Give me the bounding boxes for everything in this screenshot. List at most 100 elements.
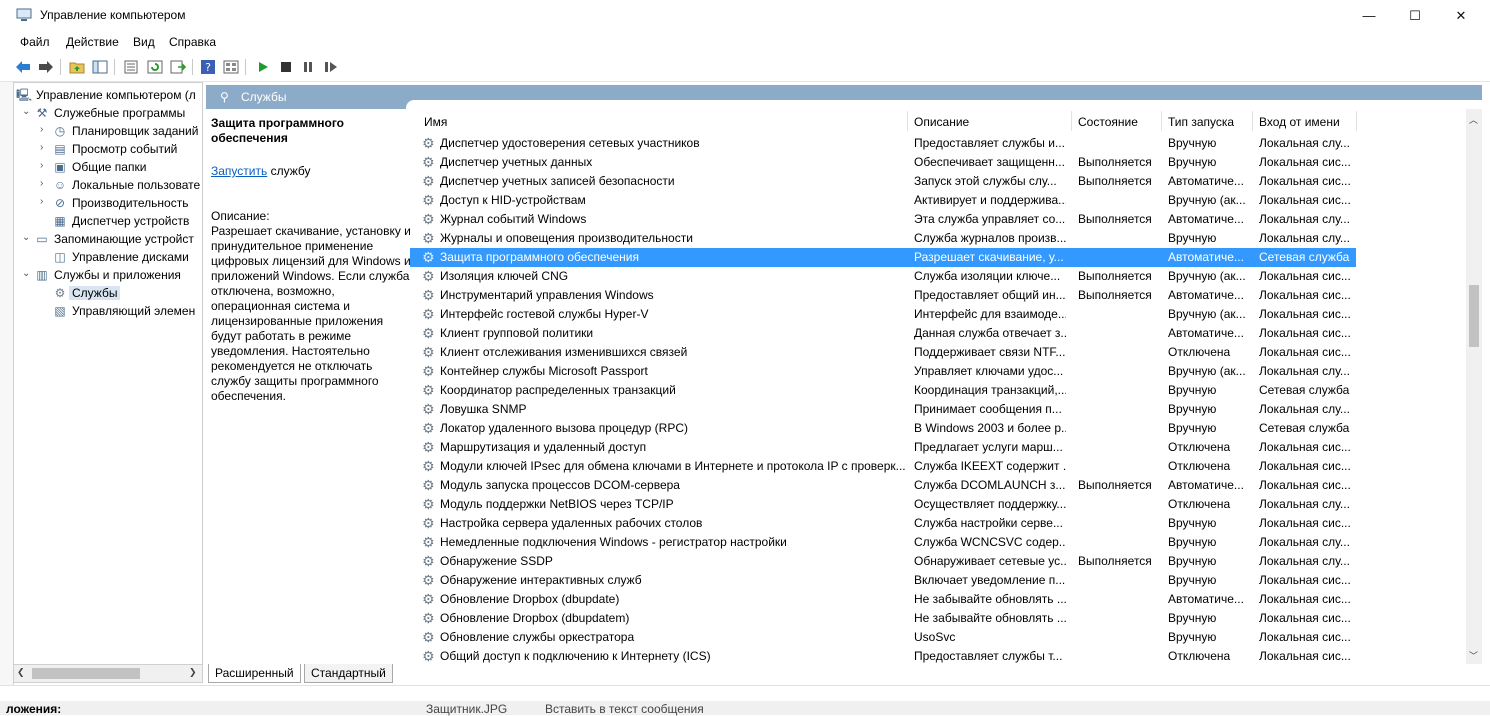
menu-file[interactable]: Файл (20, 35, 50, 49)
up-folder-icon[interactable] (67, 57, 87, 77)
expanded-icon[interactable]: ⌄ (22, 232, 32, 243)
expand-icon[interactable]: › (40, 196, 50, 207)
column-separator[interactable] (1071, 111, 1072, 131)
tab-standard[interactable]: Стандартный (304, 664, 393, 683)
list-vertical-scrollbar[interactable]: ︿ ﹀ (1466, 109, 1482, 664)
table-row[interactable]: ⚙ Диспетчер удостоверения сетевых участни… (410, 134, 1356, 153)
table-row[interactable]: ⚙ Ловушка SNMP Принимает сообщения п... Вру… (410, 400, 1356, 419)
tree-item-label: Общие папки (72, 160, 147, 174)
table-row[interactable]: ⚙ Диспетчер учетных данных Обеспечивает за… (410, 153, 1356, 172)
table-row[interactable]: ⚙ Общий доступ к подключению к Интернету … (410, 647, 1356, 664)
export-list-icon[interactable] (168, 57, 188, 77)
table-row[interactable]: ⚙ Инструментарий управления Windows Предос… (410, 286, 1356, 305)
service-logon: Локальная слу... (1259, 535, 1350, 549)
back-icon[interactable] (13, 57, 33, 77)
status-bar (0, 685, 1490, 702)
table-row[interactable]: ⚙ Контейнер службы Microsoft Passport Упра… (410, 362, 1356, 381)
table-row[interactable]: ⚙ Доступ к HID-устройствам Активирует и по… (410, 191, 1356, 210)
column-logon[interactable]: Вход от имени (1259, 115, 1340, 129)
column-startup-type[interactable]: Тип запуска (1168, 115, 1234, 129)
scroll-left-icon[interactable]: ❮ (17, 667, 25, 678)
table-row[interactable]: ⚙ Интерфейс гостевой службы Hyper-V Интерф… (410, 305, 1356, 324)
column-separator[interactable] (1356, 111, 1357, 131)
tree-item-label: Службы и приложения (54, 268, 181, 282)
service-startup-type: Автоматиче... (1168, 250, 1244, 264)
scroll-down-icon[interactable]: ﹀ (1469, 649, 1478, 662)
help-icon[interactable]: ? (198, 57, 218, 77)
properties-icon[interactable] (121, 57, 141, 77)
table-row[interactable]: ⚙ Маршрутизация и удаленный доступ Предлаг… (410, 438, 1356, 457)
service-name: Клиент отслеживания изменившихся связей (440, 345, 688, 359)
scroll-up-icon[interactable]: ︿ (1469, 113, 1478, 126)
service-name: Журнал событий Windows (440, 212, 587, 226)
tree-item-label: Управление компьютером (л (36, 88, 196, 102)
maximize-button[interactable]: ☐ (1392, 0, 1438, 31)
table-row[interactable]: ⚙ Модуль поддержки NetBIOS через TCP/IP Ос… (410, 495, 1356, 514)
expand-icon[interactable]: › (40, 142, 50, 153)
table-row[interactable]: ⚙ Координатор распределенных транзакций Ко… (410, 381, 1356, 400)
table-row[interactable]: ⚙ Журнал событий Windows Эта служба управл… (410, 210, 1356, 229)
table-row[interactable]: ⚙ Диспетчер учетных записей безопасности З… (410, 172, 1356, 191)
scroll-thumb[interactable] (32, 668, 140, 679)
computer-management-icon (16, 8, 32, 22)
column-description[interactable]: Описание (914, 115, 969, 129)
table-row[interactable]: ⚙ Обнаружение SSDP Обнаруживает сетевые ус… (410, 552, 1356, 571)
service-startup-type: Вручную (1168, 155, 1217, 169)
view-icon[interactable] (221, 57, 241, 77)
services-list[interactable]: ⌃ Имя Описание Состояние Тип запуска Вхо… (410, 109, 1482, 664)
table-row[interactable]: ⚙ Защита программного обеспечения Разрешае… (410, 248, 1356, 267)
expanded-icon[interactable]: ⌄ (22, 268, 32, 279)
menu-action[interactable]: Действие (66, 35, 119, 49)
service-logon: Локальная сис... (1259, 630, 1351, 644)
service-description: Не забывайте обновлять ... (914, 611, 1066, 625)
expanded-icon[interactable]: ⌄ (22, 106, 32, 117)
tree-horizontal-scrollbar[interactable]: ❮ ❯ (13, 664, 203, 683)
expand-icon[interactable]: › (40, 178, 50, 189)
table-row[interactable]: ⚙ Обновление Dropbox (dbupdate) Не забывай… (410, 590, 1356, 609)
tab-extended[interactable]: Расширенный (208, 664, 301, 683)
table-row[interactable]: ⚙ Клиент отслеживания изменившихся связей… (410, 343, 1356, 362)
table-row[interactable]: ⚙ Журналы и оповещения производительности… (410, 229, 1356, 248)
table-row[interactable]: ⚙ Модули ключей IPsec для обмена ключами … (410, 457, 1356, 476)
table-row[interactable]: ⚙ Настройка сервера удаленных рабочих сто… (410, 514, 1356, 533)
expand-icon[interactable]: › (40, 124, 50, 135)
menu-help[interactable]: Справка (169, 35, 216, 49)
column-separator[interactable] (1161, 111, 1162, 131)
start-service-line: Запустить службу (211, 164, 310, 178)
column-separator[interactable] (1252, 111, 1253, 131)
service-startup-type: Отключена (1168, 440, 1231, 454)
service-logon: Локальная слу... (1259, 554, 1350, 568)
start-service-icon[interactable] (253, 57, 273, 77)
column-state[interactable]: Состояние (1078, 115, 1138, 129)
table-row[interactable]: ⚙ Немедленные подключения Windows - регис… (410, 533, 1356, 552)
table-row[interactable]: ⚙ Локатор удаленного вызова процедур (RPC… (410, 419, 1356, 438)
service-logon: Локальная сис... (1259, 345, 1351, 359)
console-tree[interactable]: 🖳 Управление компьютером (л ⌄ ⚒ Служебные пр… (13, 82, 203, 666)
pause-service-icon[interactable] (298, 57, 318, 77)
show-tree-icon[interactable] (90, 57, 110, 77)
table-row[interactable]: ⚙ Обновление службы оркестратора UsoSvc Вру… (410, 628, 1356, 647)
toolbar-separator (114, 59, 115, 75)
minimize-button[interactable]: — (1346, 0, 1392, 31)
refresh-icon[interactable] (145, 57, 165, 77)
close-button[interactable]: ✕ (1438, 0, 1484, 31)
expand-icon[interactable]: › (40, 160, 50, 171)
column-name[interactable]: Имя (424, 115, 447, 129)
table-row[interactable]: ⚙ Изоляция ключей CNG Служба изоляции ключ… (410, 267, 1356, 286)
column-separator[interactable] (907, 111, 908, 131)
services-apps-icon: ▥ (36, 268, 48, 282)
table-row[interactable]: ⚙ Клиент групповой политики Данная служба … (410, 324, 1356, 343)
service-startup-type: Отключена (1168, 497, 1231, 511)
table-row[interactable]: ⚙ Обнаружение интерактивных служб Включает… (410, 571, 1356, 590)
start-service-link[interactable]: Запустить (211, 164, 267, 178)
restart-service-icon[interactable] (321, 57, 341, 77)
forward-icon[interactable] (36, 57, 56, 77)
scroll-right-icon[interactable]: ❯ (189, 667, 197, 678)
service-gear-icon: ⚙ (422, 192, 435, 208)
menu-view[interactable]: Вид (133, 35, 155, 49)
tree-item-label: Управление дисками (72, 250, 189, 264)
stop-service-icon[interactable] (276, 57, 296, 77)
scroll-thumb[interactable] (1469, 285, 1479, 347)
table-row[interactable]: ⚙ Обновление Dropbox (dbupdatem) Не забыва… (410, 609, 1356, 628)
table-row[interactable]: ⚙ Модуль запуска процессов DCOM-сервера Сл… (410, 476, 1356, 495)
